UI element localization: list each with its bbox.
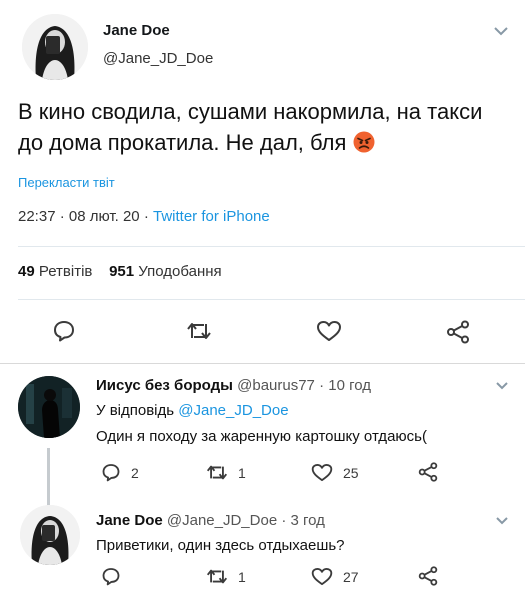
- retweet-icon: [187, 323, 211, 339]
- reply-header: Jane Doe @Jane_JD_Doe · 3 год: [96, 512, 325, 529]
- divider: [18, 299, 525, 300]
- retweet-button[interactable]: 1: [206, 567, 246, 586]
- author-handle[interactable]: @Jane_JD_Doe: [103, 50, 213, 67]
- retweets-label[interactable]: Ретвітів: [39, 263, 93, 280]
- heart-icon: [311, 567, 333, 586]
- divider: [0, 363, 525, 364]
- meta-separator: ·: [319, 377, 325, 394]
- tweet-text: В кино сводила, сушами накормила, на так…: [18, 96, 513, 158]
- like-count: 25: [343, 464, 359, 481]
- retweet-count: 1: [238, 568, 246, 585]
- retweet-button[interactable]: [186, 320, 212, 342]
- likes-count[interactable]: 951: [109, 263, 134, 280]
- reply-to-handle-link[interactable]: @Jane_JD_Doe: [178, 402, 288, 419]
- reply-author-name[interactable]: Jane Doe: [96, 512, 163, 529]
- tweet-meta: 22:37 · 08 лют. 20 · Twitter for iPhone: [18, 208, 270, 225]
- reply-time[interactable]: 3 год: [291, 512, 325, 529]
- retweet-icon: [206, 465, 228, 480]
- meta-separator: ·: [281, 512, 287, 529]
- author-name[interactable]: Jane Doe: [103, 22, 170, 39]
- share-button[interactable]: [418, 462, 438, 482]
- likes-label[interactable]: Уподобання: [138, 263, 221, 280]
- share-button[interactable]: [446, 320, 470, 344]
- reply-author-avatar[interactable]: [18, 376, 80, 438]
- like-button[interactable]: 27: [311, 567, 359, 586]
- share-icon: [447, 320, 469, 344]
- author-avatar[interactable]: [22, 14, 88, 80]
- reply-icon: [102, 568, 120, 586]
- chevron-down-icon[interactable]: [493, 26, 509, 36]
- tweet-stats: 49 Ретвітів 951 Уподобання: [18, 263, 222, 280]
- tweet-date: 08 лют. 20: [68, 208, 140, 225]
- thread-line: [47, 448, 50, 508]
- tweet-source-link[interactable]: Twitter for iPhone: [153, 208, 270, 225]
- heart-icon: [311, 463, 333, 482]
- translate-tweet-link[interactable]: Перекласти твіт: [18, 175, 115, 190]
- chevron-down-icon[interactable]: [495, 381, 509, 390]
- reply-button[interactable]: [101, 567, 131, 586]
- like-count: 27: [343, 568, 359, 585]
- divider: [18, 246, 525, 247]
- share-icon: [418, 566, 438, 586]
- like-button[interactable]: [316, 320, 342, 342]
- meta-separator: ·: [59, 208, 65, 225]
- chevron-down-icon[interactable]: [495, 516, 509, 525]
- like-button[interactable]: 25: [311, 463, 359, 482]
- reply-icon: [102, 464, 120, 482]
- reply-button[interactable]: 2: [101, 463, 139, 482]
- tweet-text-content: В кино сводила, сушами накормила, на так…: [18, 99, 483, 155]
- tweet-time: 22:37: [18, 208, 56, 225]
- reply-author-name[interactable]: Иисус без бороды: [96, 377, 233, 394]
- reply-text: Приветики, один здесь отдыхаешь?: [96, 537, 345, 554]
- reply-to-label: У відповідь: [96, 402, 175, 419]
- reply-author-handle[interactable]: @Jane_JD_Doe: [167, 512, 277, 529]
- reply-button[interactable]: [52, 320, 76, 342]
- reply-time[interactable]: 10 год: [328, 377, 371, 394]
- angry-face-emoji: [353, 130, 375, 153]
- share-icon: [418, 462, 438, 482]
- retweet-count: 1: [238, 464, 246, 481]
- reply-to-line: У відповідь @Jane_JD_Doe: [96, 402, 289, 419]
- reply-count: 2: [131, 464, 139, 481]
- reply-icon: [54, 321, 74, 342]
- reply-text: Один я походу за жаренную картошку отдаю…: [96, 428, 427, 445]
- share-button[interactable]: [418, 566, 438, 586]
- heart-icon: [317, 321, 341, 341]
- reply-header: Иисус без бороды @baurus77 · 10 год: [96, 377, 371, 394]
- reply-author-handle[interactable]: @baurus77: [237, 377, 315, 394]
- retweets-count[interactable]: 49: [18, 263, 35, 280]
- retweet-icon: [206, 569, 228, 584]
- meta-separator: ·: [143, 208, 149, 225]
- retweet-button[interactable]: 1: [206, 463, 246, 482]
- reply-author-avatar[interactable]: [20, 505, 80, 565]
